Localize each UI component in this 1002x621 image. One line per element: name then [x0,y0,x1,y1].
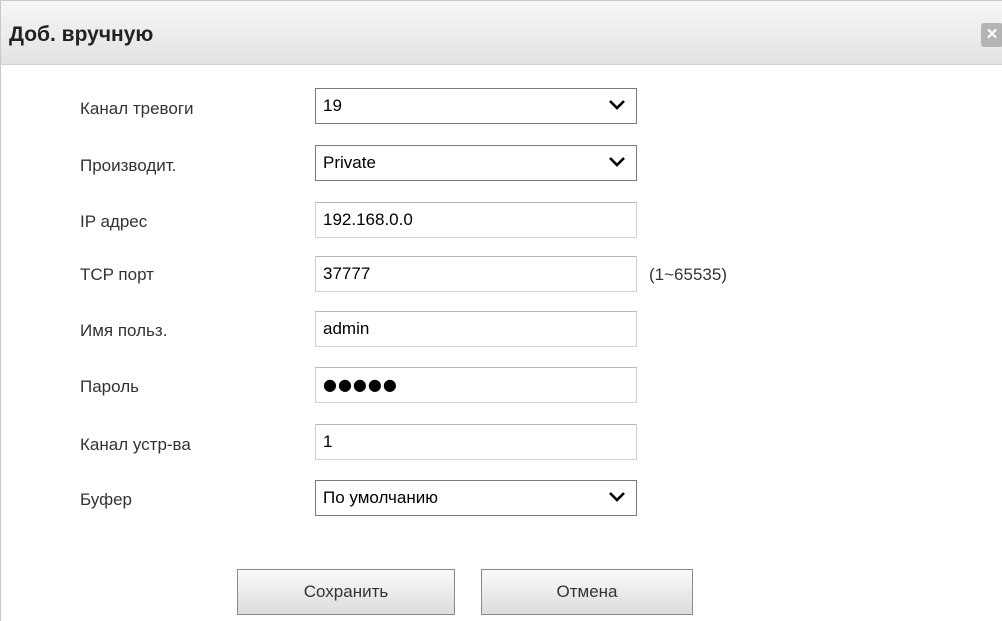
username-input[interactable]: admin [315,311,637,347]
tcp-port-range-hint: (1~65535) [649,265,727,284]
buffer-select[interactable]: По умолчанию [315,480,637,516]
tcp-port-input[interactable]: 37777 [315,256,637,292]
manufacturer-value: Private [323,153,376,172]
password-masked-value: ●●●●● [323,375,398,394]
dialog-title: Доб. вручную [9,23,154,46]
add-manually-dialog: Доб. вручную × Канал тревоги 19 Производ… [0,0,1002,621]
buffer-value: По умолчанию [323,488,438,507]
tcp-port-value: 37777 [323,264,371,283]
device-channel-input[interactable]: 1 [315,424,637,460]
dialog-titlebar: Доб. вручную × [1,1,1002,65]
ip-address-value: 192.168.0.0 [323,210,413,229]
username-value: admin [323,319,370,338]
ip-address-label: IP адрес [80,212,148,231]
alarm-channel-value: 19 [323,96,342,115]
device-channel-label: Канал устр-ва [80,435,191,454]
password-label: Пароль [80,377,139,396]
buffer-label: Буфер [80,490,132,509]
username-label: Имя польз. [80,321,168,340]
password-input[interactable]: ●●●●● [315,367,637,403]
device-channel-value: 1 [323,432,333,451]
alarm-channel-label: Канал тревоги [80,99,194,118]
close-icon: × [986,24,998,45]
chevron-down-icon [609,100,625,110]
manufacturer-select[interactable]: Private [315,145,637,181]
cancel-button[interactable]: Отмена [481,569,693,615]
alarm-channel-select[interactable]: 19 [315,88,637,124]
tcp-port-label: TCP порт [80,265,154,284]
manufacturer-label: Производит. [80,156,177,175]
chevron-down-icon [609,157,625,167]
ip-address-input[interactable]: 192.168.0.0 [315,202,637,238]
chevron-down-icon [609,492,625,502]
close-button[interactable]: × [981,23,1002,47]
save-button[interactable]: Сохранить [237,569,455,615]
